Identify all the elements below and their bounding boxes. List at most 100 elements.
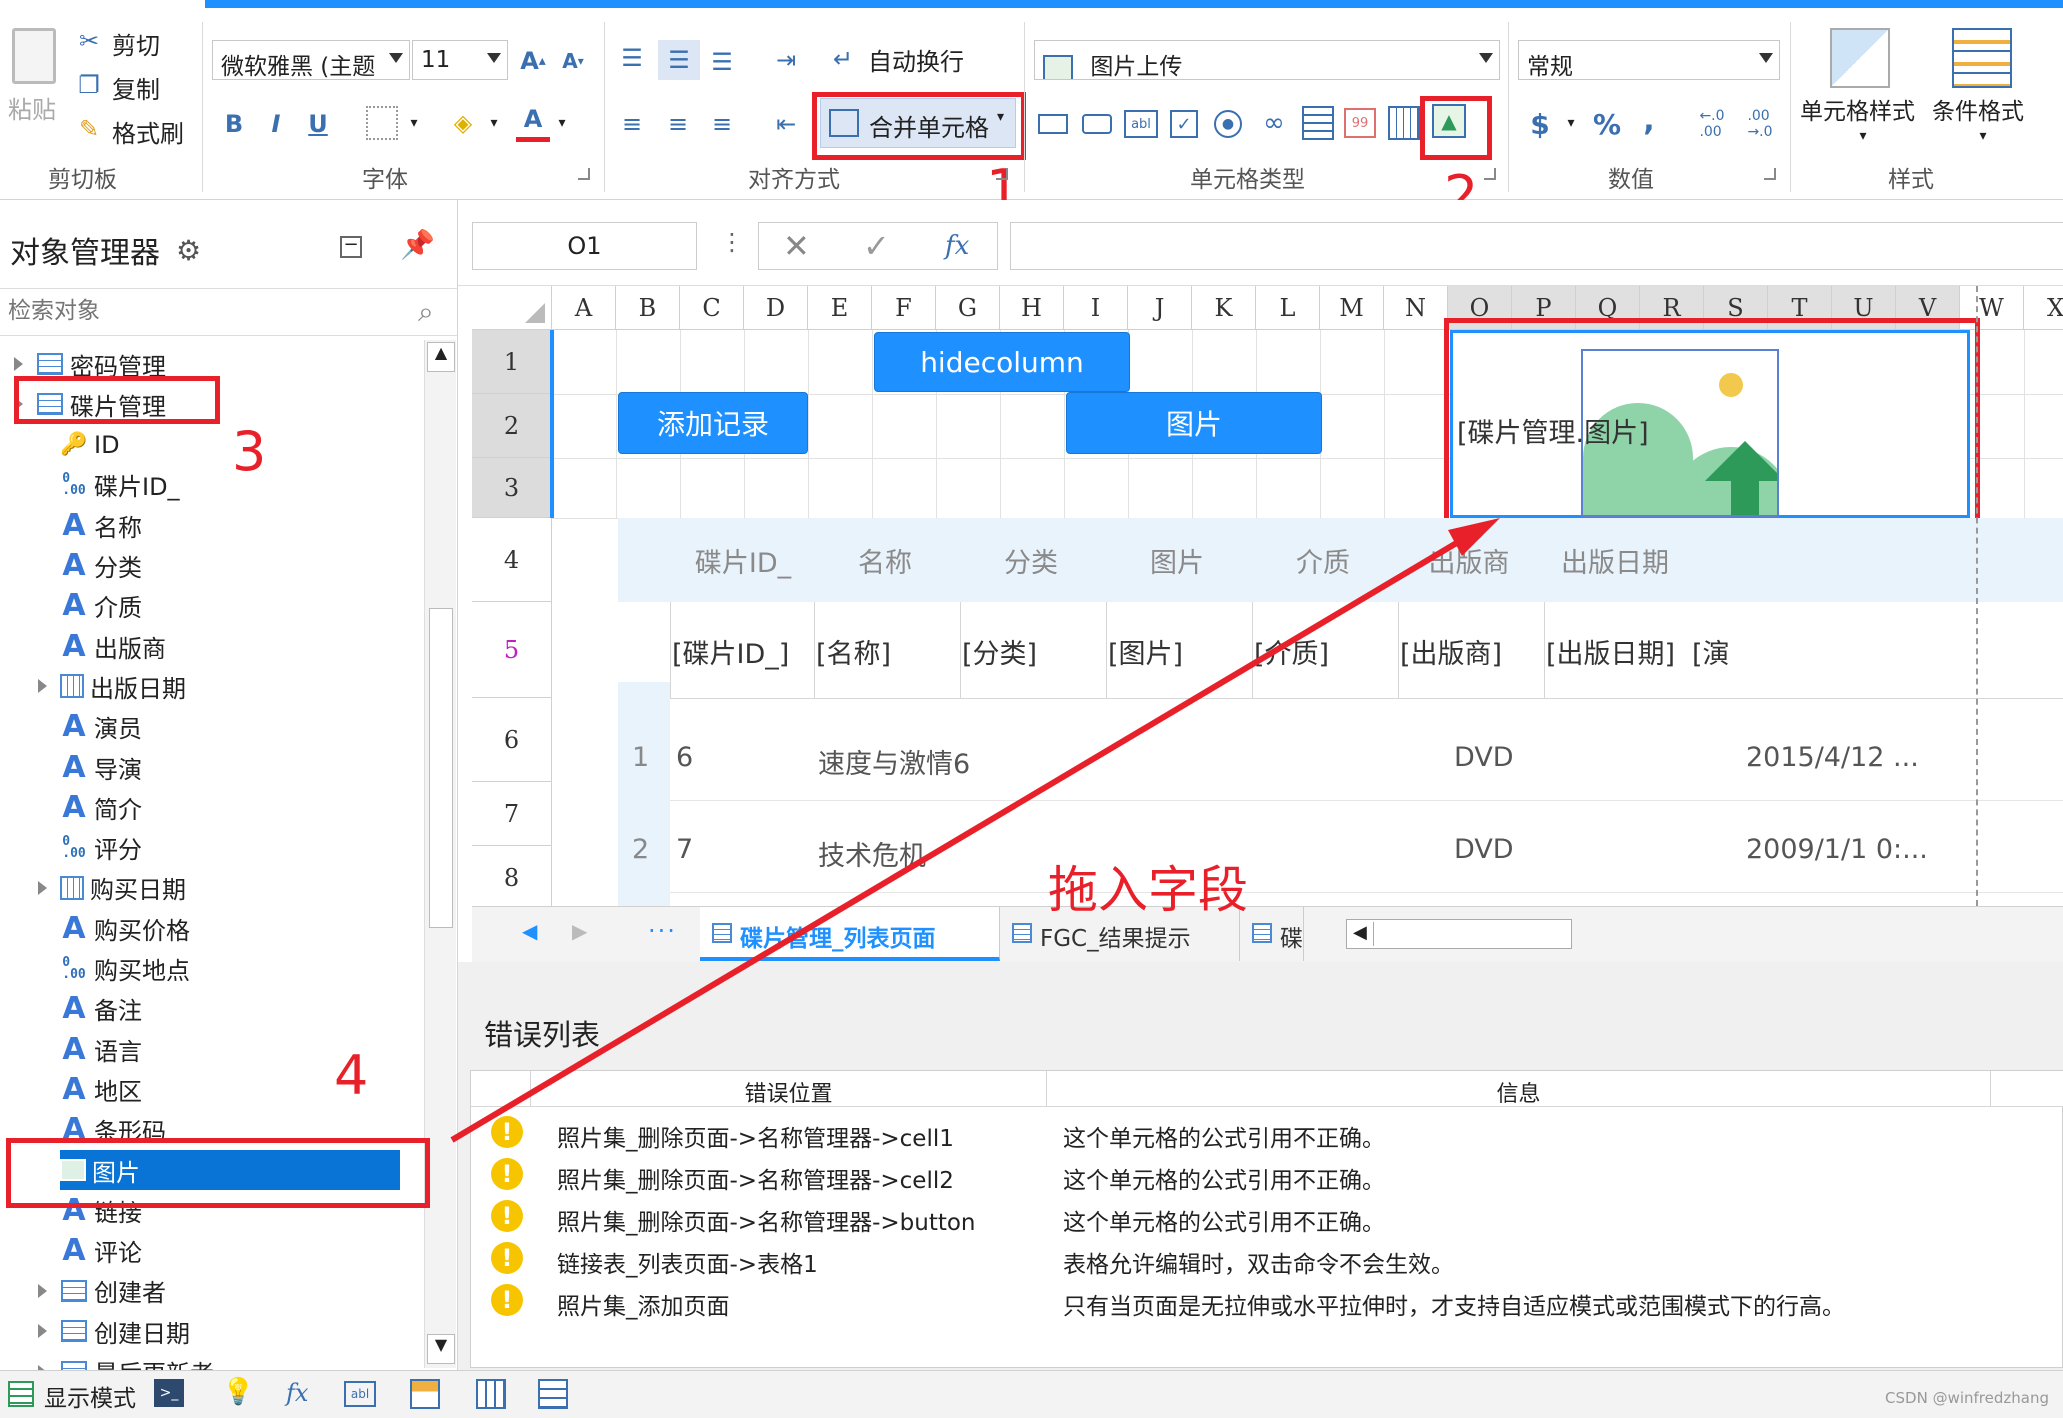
add-record-button[interactable]: 添加记录 bbox=[618, 392, 808, 454]
underline-button[interactable]: U bbox=[302, 106, 334, 142]
dialog-launcher-icon[interactable] bbox=[996, 168, 1008, 180]
tree-item[interactable]: A 介质 bbox=[60, 586, 400, 626]
font-name-select[interactable]: 微软雅黑 (主题 bbox=[212, 40, 410, 80]
column-header[interactable]: B bbox=[616, 286, 680, 330]
template-cell[interactable]: [分类] bbox=[962, 632, 1037, 671]
horizontal-scrollbar[interactable]: ◀ bbox=[1346, 919, 1572, 949]
column-header[interactable]: G bbox=[936, 286, 1000, 330]
sheet-tab[interactable]: 碟 bbox=[1240, 907, 1304, 961]
pin-icon[interactable]: 📌 bbox=[400, 228, 435, 261]
gear-icon[interactable]: ⚙ bbox=[176, 234, 201, 267]
bulb-icon[interactable]: 💡 bbox=[222, 1377, 254, 1407]
column-header[interactable]: J bbox=[1128, 286, 1192, 330]
error-row[interactable]: ! 照片集_删除页面->名称管理器->button 这个单元格的公式引用不正确。 bbox=[471, 1195, 2063, 1237]
template-cell[interactable]: [出版商] bbox=[1400, 632, 1502, 671]
list-header-cell[interactable]: 图片 bbox=[1104, 541, 1250, 580]
list-header-cell[interactable]: 碟片ID_ bbox=[670, 541, 816, 580]
format-painter-button[interactable]: 格式刷 bbox=[112, 114, 184, 149]
border-icon[interactable] bbox=[366, 106, 398, 140]
template-cell[interactable]: [介质] bbox=[1254, 632, 1329, 671]
tree-item[interactable]: 创建者 bbox=[60, 1271, 400, 1311]
tree-item[interactable]: 出版日期 bbox=[60, 666, 400, 706]
cell-id[interactable]: 7 bbox=[676, 834, 693, 865]
row-header[interactable]: 1 bbox=[472, 330, 552, 394]
tree-item[interactable]: A 购买价格 bbox=[60, 908, 400, 948]
increase-decimal-icon[interactable]: ←.0.00 bbox=[1694, 104, 1730, 144]
table-icon[interactable] bbox=[476, 1379, 506, 1409]
bold-button[interactable]: B bbox=[218, 106, 250, 142]
align-bottom-icon[interactable]: ☰ bbox=[704, 44, 740, 80]
align-middle-icon[interactable]: ☰ bbox=[658, 40, 700, 80]
list-header-cell[interactable]: 出版日期 bbox=[1542, 541, 1688, 580]
collapse-icon[interactable]: − bbox=[340, 236, 362, 258]
scroll-down-arrow[interactable]: ▼ bbox=[427, 1334, 455, 1364]
list-header-cell[interactable]: 分类 bbox=[958, 541, 1104, 580]
column-header[interactable]: H bbox=[1000, 286, 1064, 330]
tree-item[interactable]: 0.00 评分 bbox=[60, 828, 400, 868]
error-row[interactable]: ! 照片集_删除页面->名称管理器->cell1 这个单元格的公式引用不正确。 bbox=[471, 1111, 2063, 1153]
expand-arrow-icon[interactable] bbox=[38, 1324, 47, 1339]
list-header-cell[interactable]: 出版商 bbox=[1396, 541, 1542, 580]
terminal-icon[interactable]: >_ bbox=[154, 1379, 184, 1407]
layout-icon[interactable] bbox=[538, 1379, 568, 1409]
display-mode-icon[interactable] bbox=[8, 1381, 34, 1407]
cell-name[interactable]: 技术危机 bbox=[818, 834, 926, 873]
label-icon[interactable]: abl bbox=[344, 1381, 376, 1407]
search-icon[interactable]: ⌕ bbox=[418, 295, 434, 329]
dialog-launcher-icon[interactable] bbox=[578, 168, 590, 180]
currency-button[interactable]: $ bbox=[1524, 104, 1556, 144]
numeric-type-icon[interactable]: 99 bbox=[1344, 108, 1376, 138]
dialog-launcher-icon[interactable] bbox=[1764, 168, 1776, 180]
column-header[interactable]: X bbox=[2024, 286, 2063, 330]
percent-button[interactable]: % bbox=[1590, 104, 1624, 144]
cell-media[interactable]: DVD bbox=[1454, 742, 1514, 773]
fill-color-icon[interactable]: ◈ bbox=[446, 104, 480, 142]
paste-button[interactable]: 粘贴 bbox=[8, 28, 60, 148]
row-header[interactable]: 3 bbox=[472, 458, 552, 518]
dialog-launcher-icon[interactable] bbox=[1484, 168, 1496, 180]
align-center-icon[interactable]: ≡ bbox=[660, 106, 696, 142]
outdent-icon[interactable]: ⇤ bbox=[768, 106, 804, 142]
decrease-font-icon[interactable]: A ▾ bbox=[556, 44, 590, 78]
link-type-icon[interactable]: ∞ bbox=[1256, 108, 1292, 138]
tree-item[interactable]: A 名称 bbox=[60, 505, 400, 545]
cell-name[interactable]: 速度与激情6 bbox=[818, 742, 970, 781]
cell-date[interactable]: 2015/4/12 ... bbox=[1746, 742, 1919, 773]
error-row[interactable]: ! 照片集_添加页面 只有当页面是无拉伸或水平拉伸时，才支持自适应模式或范围模式下的… bbox=[471, 1279, 2063, 1321]
expand-arrow-icon[interactable] bbox=[14, 357, 23, 371]
textbox-type-icon[interactable] bbox=[1082, 114, 1112, 134]
cut-button[interactable]: 剪切 bbox=[112, 26, 160, 61]
conditional-format-icon[interactable] bbox=[1952, 28, 2012, 88]
error-col-info[interactable]: 信息 bbox=[1047, 1071, 1991, 1107]
decrease-decimal-icon[interactable]: .00 →.0 bbox=[1742, 104, 1778, 144]
template-cell[interactable]: [图片] bbox=[1108, 632, 1183, 671]
copy-button[interactable]: 复制 bbox=[112, 70, 160, 105]
cell-name-box[interactable]: O1 bbox=[472, 222, 697, 270]
hidecolumn-button[interactable]: hidecolumn bbox=[874, 332, 1130, 392]
formula-input[interactable] bbox=[1010, 222, 2063, 270]
chevron-down-icon[interactable]: ▾ bbox=[484, 106, 504, 140]
calendar-type-icon[interactable] bbox=[1388, 106, 1420, 140]
error-row[interactable]: ! 照片集_删除页面->名称管理器->cell2 这个单元格的公式引用不正确。 bbox=[471, 1153, 2063, 1195]
expand-arrow-icon[interactable] bbox=[38, 679, 47, 694]
column-header[interactable]: L bbox=[1256, 286, 1320, 330]
tree-item[interactable]: A 分类 bbox=[60, 546, 400, 586]
function-icon[interactable]: fx bbox=[945, 231, 969, 261]
font-size-select[interactable]: 11 bbox=[412, 40, 508, 80]
wrap-text-button[interactable]: 自动换行 bbox=[868, 42, 964, 77]
tree-item[interactable]: 最后更新者 bbox=[60, 1352, 400, 1370]
chevron-down-icon[interactable]: ▾ bbox=[404, 106, 424, 140]
list-type-icon[interactable] bbox=[1302, 106, 1334, 140]
template-cell[interactable]: [名称] bbox=[816, 632, 891, 671]
template-cell[interactable]: [出版日期] bbox=[1546, 632, 1675, 671]
function-icon[interactable]: fx bbox=[286, 1379, 308, 1407]
row-header[interactable]: 5 bbox=[472, 602, 552, 698]
row-header[interactable]: 8 bbox=[472, 846, 552, 906]
image-button[interactable]: 图片 bbox=[1066, 392, 1322, 454]
cell-style-icon[interactable] bbox=[1830, 28, 1890, 88]
confirm-icon[interactable]: ✓ bbox=[863, 227, 890, 265]
copy-icon[interactable]: ❐ bbox=[74, 70, 104, 100]
display-mode-label[interactable]: 显示模式 bbox=[44, 1379, 136, 1413]
search-input[interactable] bbox=[0, 289, 400, 333]
tree-item[interactable]: 🔑 ID bbox=[60, 425, 400, 465]
